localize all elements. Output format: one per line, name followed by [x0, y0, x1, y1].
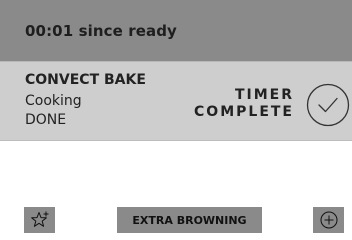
check-circle-icon — [306, 83, 350, 127]
cooking-result-label: DONE — [25, 112, 67, 128]
add-button[interactable] — [313, 207, 344, 233]
cooking-mode-label: CONVECT BAKE — [25, 72, 146, 88]
extra-browning-label: EXTRA BROWNING — [132, 213, 247, 227]
status-header: 00:01 since ready — [0, 0, 352, 61]
star-plus-icon — [30, 211, 48, 227]
cooking-state-label: Cooking — [25, 93, 82, 109]
favorite-button[interactable] — [24, 207, 55, 233]
cooking-status-panel: CONVECT BAKE Cooking DONE TIMER COMPLETE — [0, 61, 352, 141]
timer-message-line-1: TIMER — [234, 87, 294, 103]
plus-circle-icon — [320, 211, 337, 229]
timer-message-line-2: COMPLETE — [194, 104, 294, 120]
elapsed-time-text: 00:01 since ready — [25, 22, 177, 40]
confirm-button[interactable] — [306, 83, 350, 127]
extra-browning-button[interactable]: EXTRA BROWNING — [117, 207, 262, 233]
timer-complete-message: TIMER COMPLETE — [194, 87, 294, 121]
